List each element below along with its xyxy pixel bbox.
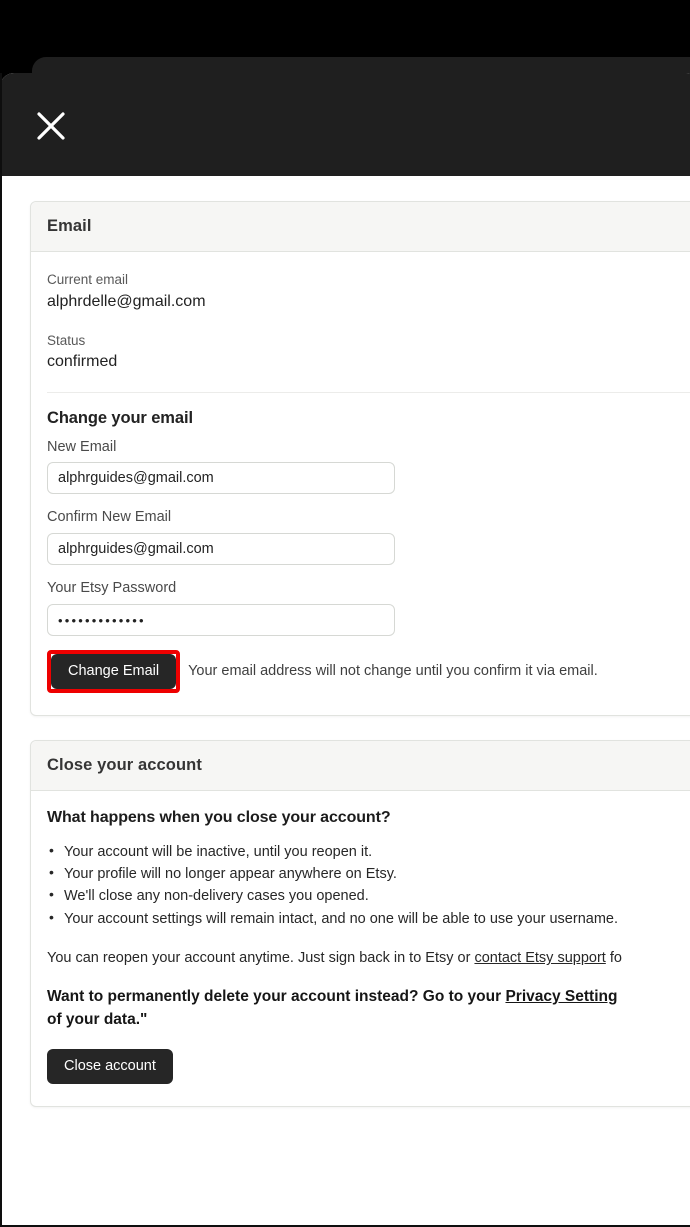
new-email-label: New Email: [47, 438, 117, 455]
reopen-text-after: fo: [605, 950, 622, 967]
email-card: Email Current email alphrdelle@gmail.com…: [30, 201, 690, 716]
modal-body: Email Current email alphrdelle@gmail.com…: [0, 176, 690, 1227]
etsy-password-label: Your Etsy Password: [47, 580, 177, 597]
current-email-label: Current email: [47, 272, 129, 287]
email-card-divider: [47, 391, 690, 393]
contact-etsy-support-link[interactable]: contact Etsy support: [474, 950, 605, 966]
etsy-password-input[interactable]: [47, 604, 395, 637]
close-icon[interactable]: [33, 108, 69, 144]
close-account-button[interactable]: Close account: [47, 1049, 173, 1084]
privacy-settings-link[interactable]: Privacy Setting: [505, 988, 617, 1005]
list-item: Your account will be inactive, until you…: [47, 840, 690, 863]
email-card-body: Current email alphrdelle@gmail.com Statu…: [31, 252, 690, 715]
status-field: Status confirmed: [47, 331, 690, 374]
viewport-left-edge: [0, 73, 2, 1227]
status-value: confirmed: [47, 353, 118, 371]
status-label: Status: [47, 332, 86, 348]
close-account-card-body: What happens when you close your account…: [31, 791, 690, 1106]
confirm-new-email-label: Confirm New Email: [47, 509, 172, 526]
delete-text-line2: of your data.": [47, 1010, 148, 1028]
change-email-button[interactable]: Change Email: [51, 654, 177, 689]
screenshot-root: Email Current email alphrdelle@gmail.com…: [0, 0, 690, 1227]
change-email-highlight: Change Email: [47, 650, 181, 693]
current-email-value: alphrdelle@gmail.com: [47, 292, 206, 310]
settings-modal: Email Current email alphrdelle@gmail.com…: [0, 73, 690, 1227]
close-account-consequences-list: Your account will be inactive, until you…: [47, 840, 690, 931]
change-email-section-title: Change your email: [47, 408, 193, 427]
reopen-account-paragraph: You can reopen your account anytime. Jus…: [47, 948, 690, 970]
confirm-new-email-input[interactable]: [47, 533, 395, 566]
delete-text-before: Want to permanently delete your account …: [47, 988, 506, 1006]
list-item: Your account settings will remain intact…: [47, 907, 690, 930]
close-account-card-header: Close your account: [31, 740, 690, 791]
modal-header-bar: [0, 73, 690, 176]
reopen-text-before: You can reopen your account anytime. Jus…: [47, 950, 475, 967]
close-account-card: Close your account What happens when you…: [30, 739, 690, 1107]
list-item: We'll close any non-delivery cases you o…: [47, 884, 690, 907]
change-email-helper-text: Your email address will not change until…: [188, 663, 598, 680]
email-card-header: Email: [31, 202, 690, 252]
list-item: Your profile will no longer appear anywh…: [47, 862, 690, 885]
new-email-input[interactable]: [47, 462, 395, 495]
change-email-action-row: Change Email Your email address will not…: [47, 650, 690, 693]
close-account-question-title: What happens when you close your account…: [47, 808, 391, 826]
delete-account-paragraph: Want to permanently delete your account …: [47, 986, 690, 1031]
current-email-field: Current email alphrdelle@gmail.com: [47, 270, 690, 313]
